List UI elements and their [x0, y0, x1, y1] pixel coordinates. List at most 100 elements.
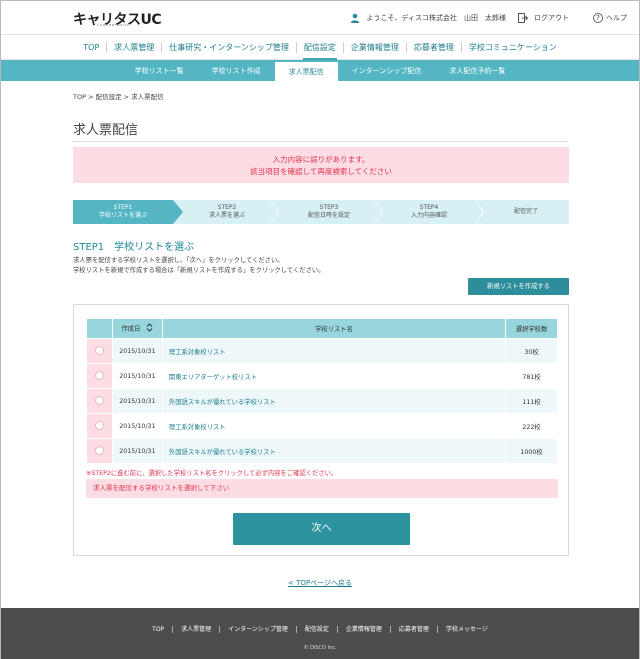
error-message: 入力内容に誤りがあります。 該当項目を確認して再度検索してください — [73, 147, 569, 183]
step-4-num: STEP4 — [419, 204, 439, 211]
user-area: ようこそ、ディスコ株式会社 山田 太郎様 ログアウト — [350, 13, 569, 23]
header-list-name: 学校リスト名 — [161, 318, 507, 339]
row-count: 222校 — [505, 413, 558, 439]
instructions: 求人票を配信する学校リストを選択し、「次へ」をクリックしてください。 学校リスト… — [73, 256, 325, 276]
logout-link[interactable]: ログアウト — [534, 13, 569, 23]
table-row: 2015/10/31 外国語スキルが優れている学校リスト 111校 — [86, 388, 558, 414]
row-count: 1000校 — [505, 438, 558, 464]
gnav-delivery-settings[interactable]: 配信設定 — [295, 41, 343, 60]
help-area[interactable]: ? ヘルプ — [593, 13, 627, 23]
step-indicator: STEP1 学校リストを選ぶ STEP2 求人票を選ぶ STEP3 配信日時を設… — [73, 200, 569, 224]
row-radio[interactable] — [94, 395, 104, 405]
row-radio[interactable] — [94, 445, 104, 455]
divider — [73, 141, 567, 142]
row-count: 781校 — [505, 363, 558, 389]
footer-link-delivery-settings[interactable]: 配信設定 — [295, 626, 337, 633]
row-date: 2015/10/31 — [112, 338, 163, 364]
step-1-num: STEP1 — [113, 204, 133, 211]
step-2-label: 求人票を選ぶ — [208, 212, 245, 219]
footer-link-top[interactable]: TOP — [144, 626, 172, 633]
gnav-school-communication[interactable]: 学校コミュニケーション — [460, 41, 564, 53]
site-header: キャリタスUC CAREERTASUC ようこそ、ディスコ株式会社 山田 太郎様… — [1, 1, 639, 35]
breadcrumb[interactable]: TOP > 配信設定 > 求人票配信 — [73, 91, 164, 101]
header-created-date-label: 作成日 — [121, 325, 141, 333]
step-5: 配信完了 — [483, 200, 569, 224]
row-radio-cell — [86, 338, 113, 364]
row-date: 2015/10/31 — [112, 388, 163, 414]
row-radio[interactable] — [94, 420, 104, 430]
site-footer: TOP 求人票管理 インターンシップ管理 配信設定 企業情報管理 応募者管理 学… — [1, 608, 639, 659]
step-4: STEP4 入力内容確認 — [379, 200, 479, 224]
row-count: 111校 — [505, 388, 558, 414]
selection-error: 求人票を配信する学校リストを選択して下さい — [86, 479, 558, 498]
step-3: STEP3 配信日時を設定 — [279, 200, 379, 224]
footer-link-job-posting[interactable]: 求人票管理 — [172, 626, 219, 633]
help-icon: ? — [593, 13, 603, 23]
gnav-internship[interactable]: 仕事研究・インターンシップ管理 — [161, 41, 296, 53]
footer-link-company-info[interactable]: 企業情報管理 — [336, 626, 390, 633]
header-school-count: 選択学校数 — [505, 318, 558, 339]
step-1-label: 学校リストを選ぶ — [98, 212, 147, 219]
table-row: 2015/10/31 関東エリアターゲット校リスト 781校 — [86, 363, 558, 389]
row-radio[interactable] — [94, 370, 104, 380]
footer-link-applicants[interactable]: 応募者管理 — [389, 626, 437, 633]
error-line-2: 該当項目を確認して再度検索してください — [250, 167, 392, 176]
row-radio-cell — [86, 363, 113, 389]
footer-link-internship[interactable]: インターンシップ管理 — [219, 626, 296, 633]
school-list-table: 作成日 学校リスト名 選択学校数 2015/10/31 理工系対象校リスト 30… — [86, 318, 558, 464]
snav-delivery-reservations[interactable]: 求人配信予約一覧 — [435, 60, 519, 81]
row-name-cell: 理工系対象校リスト — [162, 338, 507, 364]
user-icon — [350, 13, 360, 23]
school-list-link[interactable]: 理工系対象校リスト — [169, 424, 226, 431]
step-3-num: STEP3 — [319, 204, 339, 211]
step-2-num: STEP2 — [217, 204, 237, 211]
back-to-top-anchor[interactable]: < TOPページへ戻る — [288, 579, 352, 587]
row-name-cell: 理工系対象校リスト — [162, 413, 507, 439]
copyright: © DISCO Inc. — [303, 645, 337, 651]
step-chevron — [173, 200, 183, 224]
row-date: 2015/10/31 — [112, 413, 163, 439]
table-header-row: 作成日 学校リスト名 選択学校数 — [86, 318, 558, 339]
global-nav: TOP 求人票管理 仕事研究・インターンシップ管理 配信設定 企業情報管理 応募… — [1, 35, 639, 60]
snav-internship-delivery[interactable]: インターンシップ配信 — [338, 60, 436, 81]
footer-link-school-message[interactable]: 学校メッセージ — [436, 626, 496, 633]
back-to-top-link: < TOPページへ戻る — [1, 578, 639, 588]
sort-icon[interactable] — [146, 323, 153, 334]
header-created-date[interactable]: 作成日 — [111, 318, 163, 339]
logo-subtitle: CAREERTASUC — [97, 23, 130, 27]
gnav-top[interactable]: TOP — [76, 42, 106, 53]
page-title: 求人票配信 — [73, 123, 139, 138]
step-5-label: 配信完了 — [513, 208, 538, 215]
snav-create-school-list[interactable]: 学校リスト作成 — [198, 60, 275, 81]
snav-school-list[interactable]: 学校リスト一覧 — [121, 60, 198, 81]
instruction-line-2: 学校リストを新規で作成する場合は「新規リストを作成する」をクリックしてください。 — [73, 267, 325, 274]
gnav-applicants[interactable]: 応募者管理 — [405, 41, 461, 53]
row-name-cell: 外国語スキルが優れている学校リスト — [162, 438, 507, 464]
step-heading: STEP1 学校リストを選ぶ — [73, 242, 195, 253]
row-radio[interactable] — [94, 345, 104, 355]
gnav-job-posting[interactable]: 求人票管理 — [106, 41, 161, 53]
table-row: 2015/10/31 外国語スキルが優れている学校リスト 1000校 — [86, 438, 558, 464]
help-link[interactable]: ヘルプ — [606, 13, 627, 23]
confirmation-note: ※STEP2に進む前に、選択した学校リスト名をクリックして必ず内容をご確認くださ… — [86, 470, 338, 477]
row-name-cell: 関東エリアターゲット校リスト — [162, 363, 507, 389]
step-chevron — [475, 200, 483, 224]
row-date: 2015/10/31 — [112, 438, 163, 464]
row-name-cell: 外国語スキルが優れている学校リスト — [162, 388, 507, 414]
row-radio-cell — [86, 413, 113, 439]
gnav-company-info[interactable]: 企業情報管理 — [342, 41, 406, 53]
school-list-link[interactable]: 理工系対象校リスト — [169, 349, 226, 356]
logout-icon — [518, 13, 528, 23]
footer-nav: TOP 求人票管理 インターンシップ管理 配信設定 企業情報管理 応募者管理 学… — [1, 626, 639, 633]
school-list-link[interactable]: 外国語スキルが優れている学校リスト — [169, 449, 276, 456]
row-radio-cell — [86, 438, 113, 464]
next-button[interactable]: 次へ — [233, 513, 410, 545]
create-new-list-button[interactable]: 新規リストを作成する — [468, 278, 569, 295]
header-select — [86, 318, 113, 339]
row-date: 2015/10/31 — [112, 363, 163, 389]
school-list-link[interactable]: 外国語スキルが優れている学校リスト — [169, 399, 276, 406]
step-chevron — [270, 200, 278, 224]
snav-job-delivery[interactable]: 求人票配信 — [274, 60, 338, 81]
school-list-link[interactable]: 関東エリアターゲット校リスト — [169, 374, 257, 381]
step-4-label: 入力内容確認 — [410, 212, 447, 219]
